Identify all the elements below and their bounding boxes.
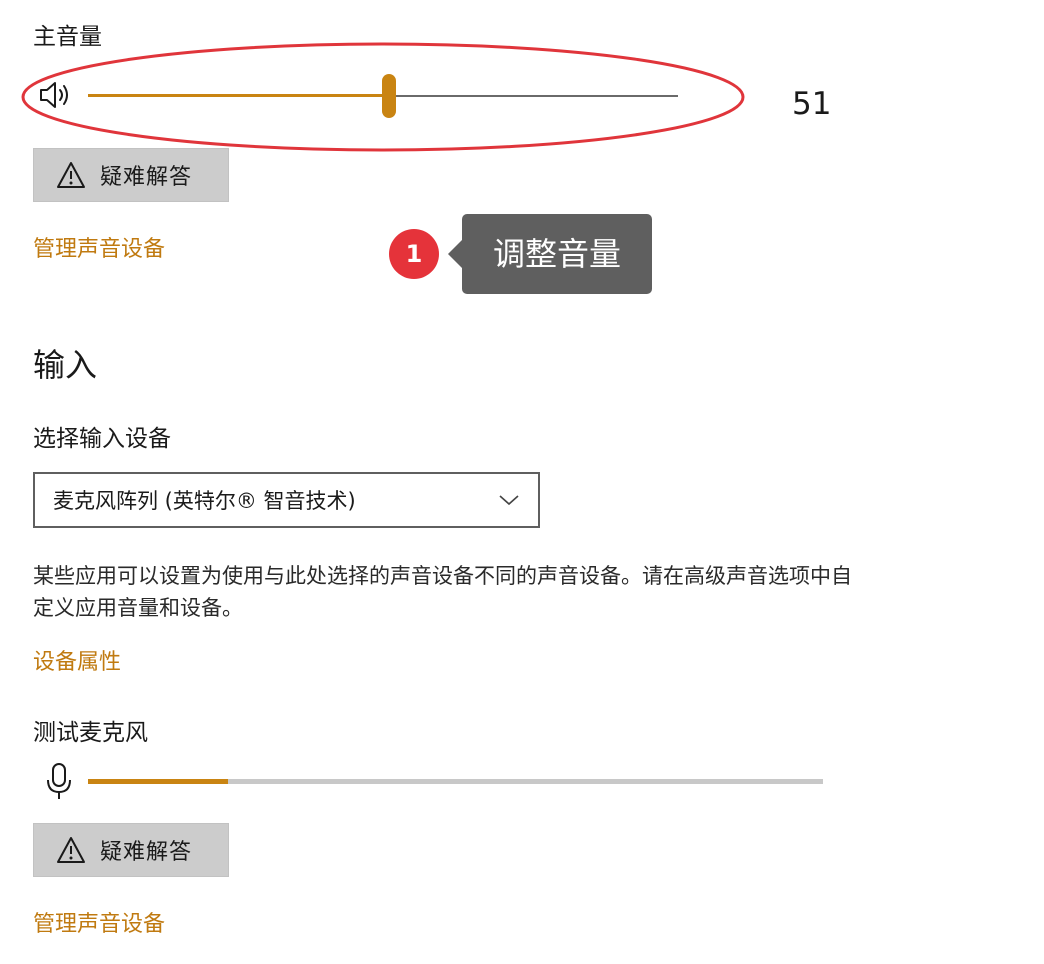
troubleshoot-button[interactable]: 疑难解答 [33,148,229,202]
microphone-icon [47,763,71,799]
manage-sound-devices-link[interactable]: 管理声音设备 [33,235,165,265]
input-device-dropdown[interactable]: 麦克风阵列 (英特尔® 智音技术) [33,472,540,528]
choose-input-device-label: 选择输入设备 [33,426,171,452]
step-badge: 1 [389,229,439,279]
input-section-heading: 输入 [33,346,98,384]
master-volume-slider[interactable] [88,74,678,118]
volume-fill [88,94,389,97]
selected-input-device: 麦克风阵列 (英特尔® 智音技术) [53,489,356,513]
input-description: 某些应用可以设置为使用与此处选择的声音设备不同的声音设备。请在高级声音选项中自定… [33,564,852,620]
mic-level-meter [88,778,823,786]
troubleshoot-label: 疑难解答 [100,840,193,865]
volume-value: 51 [792,86,832,122]
speaker-icon[interactable] [38,80,72,110]
adjust-volume-callout: 调整音量 [448,214,652,294]
chevron-down-icon [499,495,519,506]
input-manage-sound-devices-link[interactable]: 管理声音设备 [33,910,165,940]
warning-icon [57,162,85,188]
mic-level-fill [88,779,228,784]
volume-thumb[interactable] [382,74,396,118]
test-microphone-label: 测试麦克风 [33,720,148,746]
device-properties-link[interactable]: 设备属性 [33,648,121,678]
warning-icon [57,837,85,863]
troubleshoot-label: 疑难解答 [100,165,193,190]
input-troubleshoot-button[interactable]: 疑难解答 [33,823,229,877]
